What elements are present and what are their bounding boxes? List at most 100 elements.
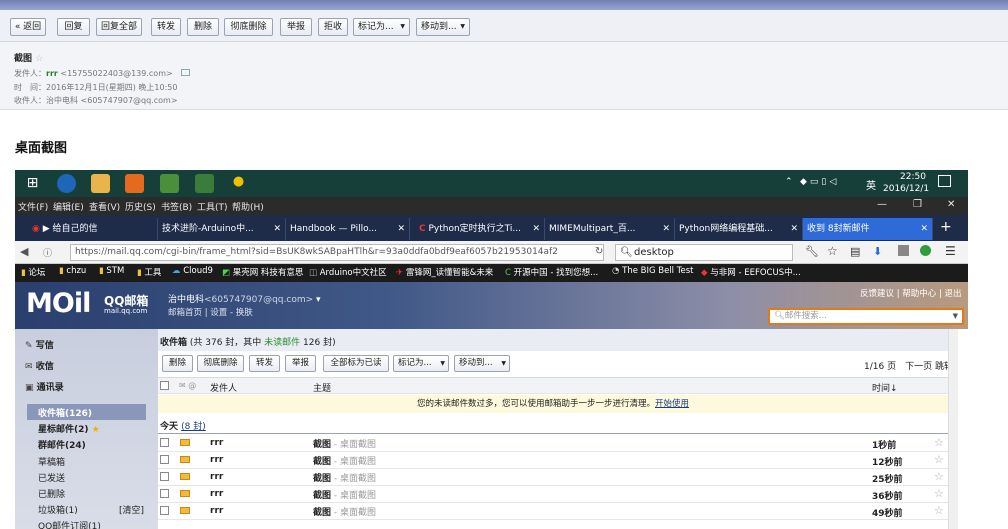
ie-browser-icon[interactable] [57,174,76,193]
extension-icon[interactable] [920,245,931,256]
bookmark-item[interactable]: ▮ 工具 [137,266,161,278]
mark-all-read-button[interactable]: 全部标为已读 [323,355,389,372]
next-page-link[interactable]: 下一页 [905,362,932,372]
taskbar-time[interactable]: 22:50 [893,172,933,182]
download-icon[interactable]: ⬇ [873,245,882,258]
forward-button[interactable]: 转发 [151,18,181,36]
file-explorer-icon[interactable] [91,174,110,193]
menu-view[interactable]: 查看(V) [89,200,120,213]
info-icon[interactable]: ⓘ [43,246,52,259]
scrollbar[interactable] [948,329,958,529]
close-icon[interactable]: ✕ [947,199,955,210]
tray-chevron-icon[interactable]: ⌃ [785,177,793,187]
sidebar-item-sent[interactable]: 已发送 [38,471,65,484]
bookmark-item[interactable]: ✈ 雷锋网_读懂智能&未来 [396,266,493,278]
table-row[interactable]: rrr 截图 - 桌面截图 1秒前 ☆ [158,435,948,452]
table-row[interactable]: rrr 截图 - 桌面截图 25秒前 ☆ [158,469,948,486]
pycharm-icon[interactable] [195,174,214,193]
browser-tab-active[interactable]: 收到 8封新邮件 ✕ [803,218,933,240]
col-subject[interactable]: 主题 [313,381,331,394]
reload-icon[interactable]: ↻ [595,246,603,257]
start-using-link[interactable]: 开始使用 [655,399,689,409]
menu-file[interactable]: 文件(F) [18,200,48,213]
ime-language[interactable]: 英 [866,177,876,192]
move-to-dropdown[interactable]: 移动到... ▼ [416,18,470,36]
notification-icon[interactable] [938,175,951,187]
taskbar-date[interactable]: 2016/12/1 [883,184,929,194]
col-sender[interactable]: 发件人 [210,381,237,394]
move-to-dropdown[interactable]: 移动到... ▼ [454,355,510,372]
reply-button[interactable]: 回复 [57,18,90,36]
tools-icon[interactable]: 🔧︎ [805,245,819,258]
star-icon[interactable]: ☆ [934,436,944,449]
compose-button[interactable]: ✎ 写信 [25,338,54,351]
star-icon[interactable]: ☆ [934,470,944,483]
clear-spam-link[interactable]: [清空] [119,503,144,516]
star-icon[interactable]: ☆ [35,54,43,64]
back-button[interactable]: « 返回 [10,18,46,36]
menu-tools[interactable]: 工具(T) [197,200,228,213]
sidebar-item-drafts[interactable]: 草稿箱 [38,455,65,468]
bookmark-item[interactable]: C 开源中国 - 找到您想... [505,266,598,278]
bookmark-item[interactable]: ◆ 与非网 - EEFOCUS中... [701,266,801,278]
qq-icon[interactable]: ● [229,174,248,193]
qq-top-links[interactable]: 反馈建议 | 帮助中心 | 退出 [860,287,962,299]
qq-mail-search-input[interactable]: 🔍︎邮件搜索... ▼ [768,308,964,325]
contacts-button[interactable]: ▣ 通讯录 [25,380,64,393]
sidebar-item-inbox[interactable]: 收件箱(126) [38,406,92,419]
report-button[interactable]: 举报 [280,18,312,36]
forward-button[interactable]: 转发 [249,355,280,372]
row-checkbox[interactable] [160,506,169,515]
sender-name[interactable]: rrr [46,69,58,78]
browser-tab[interactable]: 技术进阶-Arduino中... ✕ [158,218,286,240]
select-all-checkbox[interactable] [160,381,169,390]
extension-icon[interactable] [898,245,909,256]
vim-icon[interactable] [160,174,179,193]
minimize-icon[interactable]: — [877,199,887,210]
browser-tab[interactable]: Handbook — Pillo... ✕ [286,218,410,240]
mark-as-dropdown[interactable]: 标记为... ▼ [393,355,449,372]
bookmark-item[interactable]: ▮ chzu [59,266,86,276]
bookmark-item[interactable]: ◔ The BIG Bell Test [612,266,694,276]
windows-start-icon[interactable]: ⊞ [23,174,42,193]
bookmark-item[interactable]: ◩ 果壳网 科技有意思 [222,266,303,278]
bookmark-item[interactable]: ◫ Arduino中文社区 [309,266,387,278]
bookmark-item[interactable]: ▮ STM [99,266,124,276]
star-icon[interactable]: ☆ [934,504,944,517]
report-button[interactable]: 举报 [285,355,316,372]
qq-links[interactable]: 邮箱首页 | 设置 - 换肤 [168,306,253,318]
delete-button[interactable]: 删除 [187,18,219,36]
reject-button[interactable]: 拒收 [318,18,348,36]
sidebar-item-starred[interactable]: 星标邮件(2) ★ [38,422,100,435]
bookmark-item[interactable]: ☁ Cloud9 [172,266,213,276]
delete-button[interactable]: 删除 [162,355,193,372]
receive-button[interactable]: ✉ 收信 [25,359,54,372]
table-row[interactable]: rrr 截图 - 桌面截图 49秒前 ☆ [158,503,948,520]
row-checkbox[interactable] [160,455,169,464]
bookmark-item[interactable]: ▮ 论坛 [21,266,45,278]
menu-history[interactable]: 历史(S) [125,200,156,213]
back-arrow-icon[interactable]: ◀ [20,245,28,258]
browser-tab[interactable]: C Python定时执行之Ti... ✕ [415,218,545,240]
row-checkbox[interactable] [160,472,169,481]
browser-tab[interactable]: MIMEMultipart_百... ✕ [545,218,675,240]
delete-permanently-button[interactable]: 彻底删除 [197,355,244,372]
delete-permanently-button[interactable]: 彻底删除 [224,18,273,36]
search-input[interactable]: 🔍︎ desktop [615,244,793,261]
qq-user[interactable]: 治中电科<605747907@qq.com> ▾ [168,292,321,305]
table-row[interactable]: rrr 截图 - 桌面截图 36秒前 ☆ [158,486,948,503]
contact-card-icon[interactable] [181,69,191,76]
menu-icon[interactable]: ☰ [945,244,956,258]
reply-all-button[interactable]: 回复全部 [96,18,142,36]
star-icon[interactable]: ☆ [934,487,944,500]
new-tab-icon[interactable]: + [940,219,952,235]
reading-list-icon[interactable]: ▤ [850,245,860,258]
menu-edit[interactable]: 编辑(E) [53,200,84,213]
qq-mail-logo[interactable]: MOil [26,288,91,319]
app-icon[interactable] [125,174,144,193]
menu-bookmarks[interactable]: 书签(B) [161,200,192,213]
url-input[interactable]: https://mail.qq.com/cgi-bin/frame_html?s… [70,244,604,261]
table-row[interactable]: rrr 截图 - 桌面截图 12秒前 ☆ [158,452,948,469]
sidebar-item-deleted[interactable]: 已删除 [38,487,65,500]
menu-help[interactable]: 帮助(H) [232,200,264,213]
